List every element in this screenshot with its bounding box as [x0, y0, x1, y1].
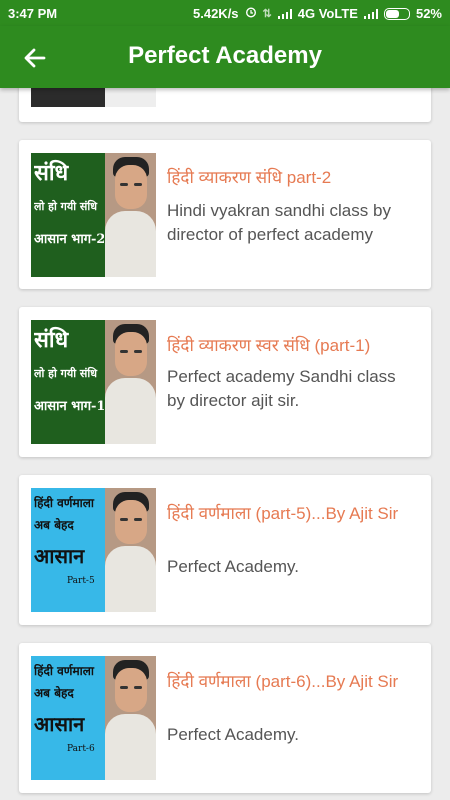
status-time: 3:47 PM: [8, 6, 58, 21]
app-bar: Perfect Academy: [0, 26, 450, 88]
thumbnail-text: संधि: [34, 327, 69, 353]
list-item[interactable]: संधि लो हो गयी संधि आसान भाग-1 हिंदी व्य…: [19, 307, 431, 457]
thumbnail-text: अब बेहद: [34, 518, 74, 532]
network-type: 4G VoLTE: [297, 6, 358, 21]
thumbnail-text: हिंदी वर्णमाला: [34, 664, 95, 678]
video-thumbnail: संधि लो हो गयी संधि आसान भाग-1: [31, 320, 156, 444]
status-bar: 3:47 PM 5.42K/s ⇅ 4G VoLTE 52%: [0, 0, 450, 26]
video-thumbnail: हिंदी वर्णमाला अब बेहद आसान Part-6: [31, 656, 156, 780]
video-description: Perfect Academy.: [167, 725, 299, 744]
video-title[interactable]: हिंदी वर्णमाला (part-6)...By Ajit Sir: [167, 671, 417, 693]
thumbnail-text: लो हो गयी संधि: [34, 367, 97, 380]
video-thumbnail: [31, 88, 156, 107]
video-description: Perfect Academy.: [167, 557, 299, 576]
network-speed: 5.42K/s: [193, 6, 239, 21]
video-thumbnail: संधि लो हो गयी संधि आसान भाग-2: [31, 153, 156, 277]
thumbnail-text: संधि: [34, 160, 69, 186]
thumbnail-text: लो हो गयी संधि: [34, 200, 97, 213]
page-title: Perfect Academy: [128, 42, 322, 69]
alarm-icon: [245, 6, 257, 21]
list-item-partial[interactable]: [19, 88, 431, 122]
battery-icon: [383, 7, 410, 20]
thumbnail-text: आसान भाग-2: [34, 232, 104, 247]
video-thumbnail: हिंदी वर्णमाला अब बेहद आसान Part-5: [31, 488, 156, 612]
list-item[interactable]: हिंदी वर्णमाला अब बेहद आसान Part-5 हिंदी…: [19, 475, 431, 625]
signal-icon: [277, 8, 292, 19]
video-title[interactable]: हिंदी व्याकरण स्वर संधि (part-1): [167, 335, 417, 357]
thumbnail-text: अब बेहद: [34, 686, 74, 700]
video-description: Perfect academy Sandhi class by director…: [167, 367, 396, 410]
thumbnail-text: हिंदी वर्णमाला: [34, 496, 95, 510]
list-item[interactable]: संधि लो हो गयी संधि आसान भाग-2 हिंदी व्य…: [19, 140, 431, 289]
video-title[interactable]: हिंदी वर्णमाला (part-5)...By Ajit Sir: [167, 503, 417, 525]
video-description: Hindi vyakran sandhi class by director o…: [167, 201, 391, 244]
battery-level: 52%: [415, 6, 442, 21]
data-transfer-icon: ⇅: [262, 8, 272, 20]
thumbnail-text: आसान भाग-1: [34, 399, 104, 414]
video-list[interactable]: संधि लो हो गयी संधि आसान भाग-2 हिंदी व्य…: [0, 88, 450, 800]
thumbnail-text: आसान: [34, 544, 85, 568]
video-title[interactable]: हिंदी व्याकरण संधि part-2: [167, 167, 417, 189]
list-item[interactable]: हिंदी वर्णमाला अब बेहद आसान Part-6 हिंदी…: [19, 643, 431, 793]
signal-icon: [363, 8, 378, 19]
status-indicators: 5.42K/s ⇅ 4G VoLTE 52%: [193, 6, 442, 21]
thumbnail-text: आसान: [34, 712, 85, 736]
